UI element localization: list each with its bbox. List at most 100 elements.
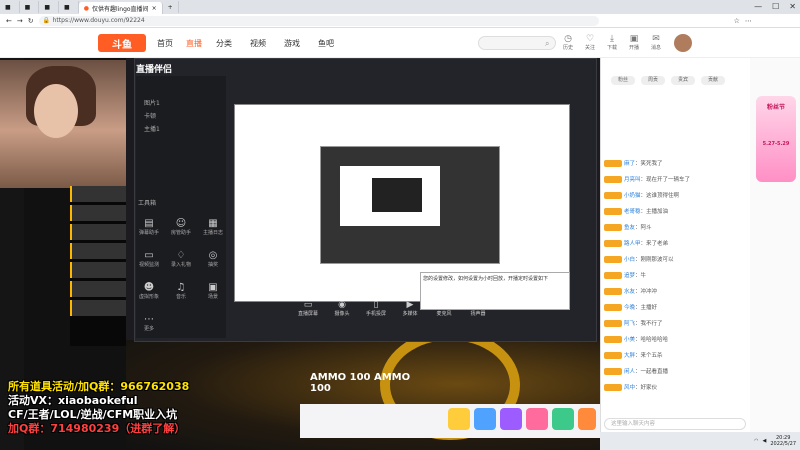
user-avatar[interactable] xyxy=(674,34,692,52)
chat-username[interactable]: 路人甲 xyxy=(624,241,641,247)
gift-item[interactable] xyxy=(552,408,574,430)
chat-username[interactable]: 阿飞 xyxy=(624,321,635,327)
nav-home[interactable]: 首页 xyxy=(157,38,173,49)
chat-username[interactable]: 月亮叫 xyxy=(624,177,641,183)
tool-danmu[interactable]: ▤ 弹幕助手 xyxy=(134,218,164,236)
history-button[interactable]: ◷ 历史 xyxy=(558,34,578,51)
broadcast-button[interactable]: ▣ 开播 xyxy=(624,34,644,51)
tool-gift[interactable]: ♢ 录入礼物 xyxy=(166,250,196,268)
chat-username[interactable]: 老哥稳 xyxy=(624,209,641,215)
tool-scene[interactable]: ▣ 场景 xyxy=(198,282,228,300)
chat-tab[interactable]: 粉丝 xyxy=(611,76,635,85)
chat-message: 麻了：笑死我了 xyxy=(604,160,746,168)
chat-icon: ▤ xyxy=(144,218,154,229)
clock-icon: ◷ xyxy=(564,34,572,44)
scene-item[interactable]: 主播1 xyxy=(136,122,226,135)
phone-cast-button[interactable]: ▯ 手机投屏 xyxy=(358,300,394,317)
chat-username[interactable]: 闲人 xyxy=(624,369,635,375)
refresh-icon[interactable]: ↻ xyxy=(28,17,34,25)
promo-date: 5.27-5.29 xyxy=(762,141,790,147)
follow-button[interactable]: ♡ 关注 xyxy=(580,34,600,51)
chat-username[interactable]: 今晚 xyxy=(624,305,635,311)
nav-video[interactable]: 视频 xyxy=(250,38,266,49)
tool-more[interactable]: ⋯ 更多 xyxy=(134,314,164,332)
scene-item[interactable]: 卡顿 xyxy=(136,109,226,122)
lottery-icon: ◎ xyxy=(208,250,218,261)
message-button[interactable]: ✉ 消息 xyxy=(646,34,666,51)
camera-button[interactable]: ◉ 摄像头 xyxy=(324,300,360,317)
screen-icon: ▭ xyxy=(303,300,313,310)
search-icon[interactable]: ⌕ xyxy=(545,39,549,49)
nav-live[interactable]: 直播 xyxy=(186,38,202,49)
chat-username[interactable]: 鱼友 xyxy=(624,225,635,231)
nav-game[interactable]: 游戏 xyxy=(284,38,300,49)
minimize-icon[interactable]: — xyxy=(754,2,762,11)
chat-text: 哈哈哈哈哈 xyxy=(640,337,669,343)
fan-badge xyxy=(604,352,622,359)
tool-admin[interactable]: ☺ 房管助手 xyxy=(166,218,196,236)
screen-capture-button[interactable]: ▭ 直播屏幕 xyxy=(290,300,326,317)
nav-category[interactable]: 分类 xyxy=(216,38,232,49)
download-label: 下载 xyxy=(606,45,617,51)
forward-icon[interactable]: → xyxy=(17,17,23,25)
wifi-icon[interactable]: ◠ xyxy=(754,438,758,444)
browser-tab[interactable]: ■ xyxy=(59,1,79,13)
chat-username[interactable]: 麻了 xyxy=(624,161,635,167)
promo-banner[interactable]: 粉丝节 5.27-5.29 xyxy=(756,96,796,182)
tool-log[interactable]: ▦ 主播日志 xyxy=(198,218,228,236)
browser-tab[interactable]: ■ xyxy=(39,1,60,13)
overlay-line: 所有道具活动/加Q群：966762038 xyxy=(8,380,190,393)
gift-item[interactable] xyxy=(474,408,496,430)
chat-username[interactable]: 小美 xyxy=(624,337,635,343)
douyu-logo[interactable]: 斗鱼 xyxy=(98,34,146,52)
maximize-icon[interactable]: ☐ xyxy=(772,2,779,11)
url-input[interactable]: 🔒 https://www.douyu.com/92224 xyxy=(38,15,599,26)
ammo-value: 100 xyxy=(349,372,371,383)
gift-item[interactable] xyxy=(500,408,522,430)
chat-input[interactable]: 这里输入聊天内容 xyxy=(604,418,746,430)
browser-tab[interactable]: ■ xyxy=(20,1,40,13)
chat-message: 路人甲：来了老弟 xyxy=(604,240,746,248)
fan-badge xyxy=(604,192,622,199)
chat-tab[interactable]: 贵宾 xyxy=(671,76,695,85)
chat-message: 月亮叫：现在开了一辆车了 xyxy=(604,176,746,184)
chat-tab[interactable]: 贡献 xyxy=(701,76,725,85)
download-button[interactable]: ⤓ 下载 xyxy=(602,34,622,51)
chat-username[interactable]: 小奶猫 xyxy=(624,193,641,199)
close-icon[interactable]: × xyxy=(152,5,157,12)
overlay-line: 活动VX：xiaobaokeful xyxy=(8,394,138,407)
browser-tab[interactable]: ■ xyxy=(0,1,20,13)
browser-tab-active[interactable]: ● 仅供有趣lingo直播间 × xyxy=(78,2,163,14)
menu-icon[interactable]: ⋯ xyxy=(745,17,752,25)
gift-item[interactable] xyxy=(526,408,548,430)
camera-icon: ▣ xyxy=(629,34,639,44)
chat-username[interactable]: 风中 xyxy=(624,385,635,391)
new-tab-button[interactable]: + xyxy=(163,1,179,13)
tool-monitor[interactable]: ▭ 视频监测 xyxy=(134,250,164,268)
tool-avatar[interactable]: ☻ 虚拟形象 xyxy=(134,282,164,300)
promo-title: 粉丝节 xyxy=(766,104,785,111)
chat-username[interactable]: 追梦 xyxy=(624,273,635,279)
star-icon[interactable]: ☆ xyxy=(734,17,740,25)
nav-fishbar[interactable]: 鱼吧 xyxy=(318,38,334,49)
chat-username[interactable]: 小白 xyxy=(624,257,635,263)
chat-tab[interactable]: 周贡 xyxy=(641,76,665,85)
lock-icon: 🔒 xyxy=(42,16,51,24)
volume-icon[interactable]: ◀ xyxy=(763,438,767,444)
close-icon[interactable]: ✕ xyxy=(789,2,796,11)
more-icon: ⋯ xyxy=(144,314,154,325)
tool-lottery[interactable]: ◎ 抽奖 xyxy=(198,250,228,268)
chat-username[interactable]: 大胖 xyxy=(624,353,635,359)
scene-item[interactable]: 图片1 xyxy=(136,96,226,109)
system-clock[interactable]: 20:29 2022/5/27 xyxy=(770,435,796,447)
tool-music[interactable]: ♫ 音乐 xyxy=(166,282,196,300)
back-icon[interactable]: ← xyxy=(6,17,12,25)
chat-username[interactable]: 水友 xyxy=(624,289,635,295)
stream-overlay-text: 所有道具活动/加Q群：966762038 活动VX：xiaobaokeful C… xyxy=(8,380,338,436)
gift-item[interactable] xyxy=(448,408,470,430)
fan-badge xyxy=(604,320,622,327)
gift-item[interactable] xyxy=(578,408,596,430)
toolbox-label: 工具箱 xyxy=(138,200,157,207)
scene-icon: ▣ xyxy=(208,282,218,293)
chat-text: 我不行了 xyxy=(640,321,663,327)
